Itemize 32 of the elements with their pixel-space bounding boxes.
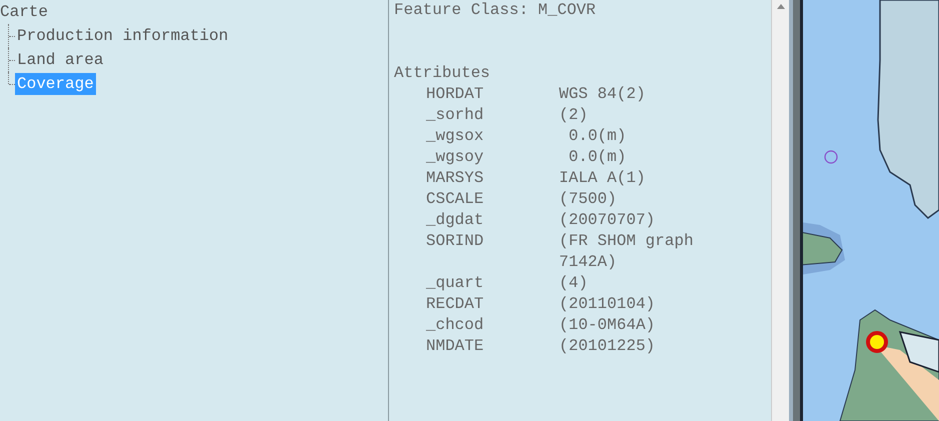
attribute-name: _quart [426, 273, 485, 294]
attributes-heading: Attributes [394, 63, 492, 84]
attribute-value: (2) [559, 105, 589, 126]
attribute-name: NMDATE [426, 336, 485, 357]
tree-root[interactable]: Carte [0, 0, 48, 24]
splitter-bar[interactable] [789, 0, 800, 421]
attribute-value: (4) [559, 273, 589, 294]
attribute-name: HORDAT [426, 84, 485, 105]
attribute-value: (20070707) [559, 210, 656, 231]
feature-class-title: Feature Class: M_COVR [394, 0, 597, 20]
attribute-name: RECDAT [426, 294, 485, 315]
attribute-name: CSCALE [426, 189, 485, 210]
attribute-name: _wgsoy [426, 147, 485, 168]
attribute-value: (7500) [559, 189, 618, 210]
attribute-value: (20110104) [559, 294, 656, 315]
attribute-value: WGS 84(2) [559, 84, 646, 105]
attribute-name: _sorhd [426, 105, 485, 126]
scroll-up-icon[interactable] [776, 4, 784, 9]
attribute-value: IALA A(1) [559, 168, 646, 189]
attribute-name: MARSYS [426, 168, 485, 189]
scrollbar[interactable] [771, 0, 789, 421]
attribute-value: (FR SHOM graph 7142A) [559, 231, 694, 273]
tree-item[interactable]: Land area [15, 49, 106, 71]
attribute-value: 0.0(m) [568, 147, 628, 168]
attribute-value: 0.0(m) [568, 126, 628, 147]
attribute-value: (10-0M64A) [559, 315, 656, 336]
attribute-name: _wgsox [426, 126, 485, 147]
attribute-name: _dgdat [426, 210, 485, 231]
tree-item[interactable]: Production information [15, 25, 230, 47]
attribute-value: (20101225) [559, 336, 656, 357]
attribute-name: SORIND [426, 231, 485, 252]
attribute-name: _chcod [426, 315, 485, 336]
